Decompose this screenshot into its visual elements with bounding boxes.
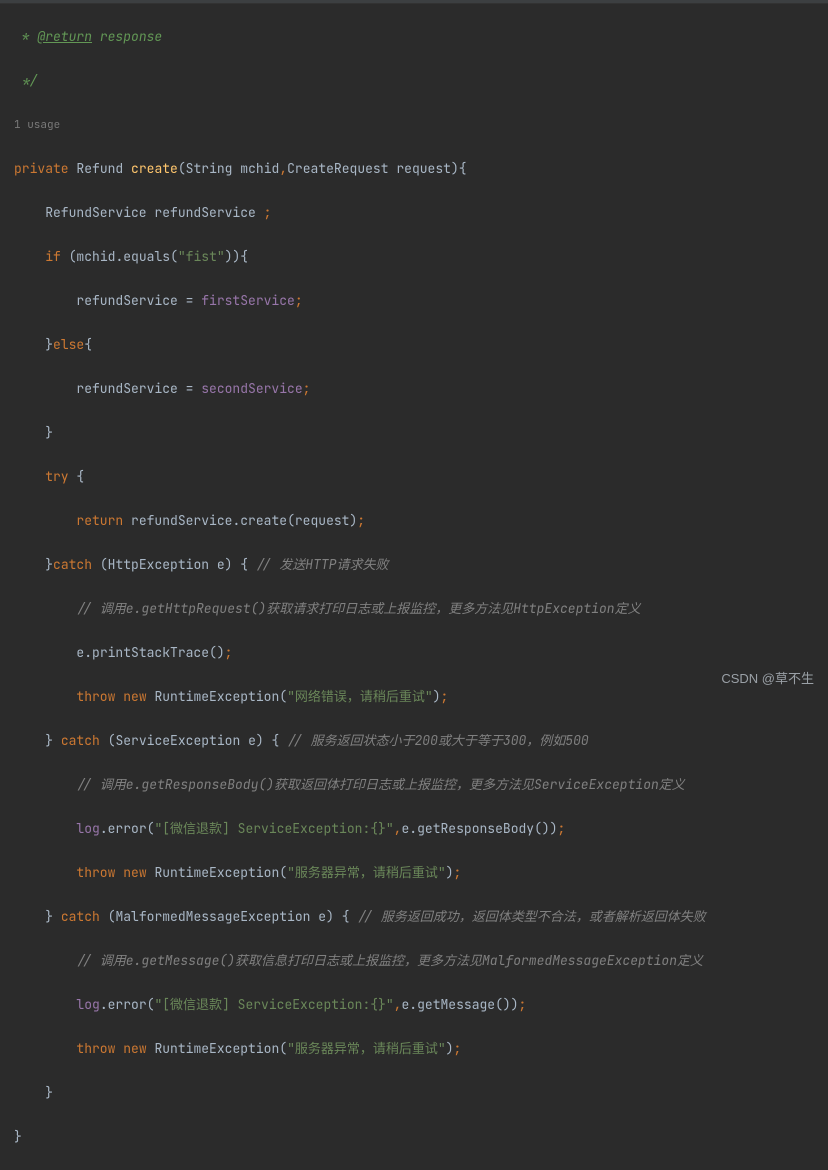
code-editor[interactable]: * @return response */: [0, 4, 828, 114]
usages-hint[interactable]: 1 usage: [0, 114, 828, 136]
doc-line: * @return response: [14, 26, 814, 48]
watermark: CSDN @草不生: [721, 668, 814, 690]
doc-close: */: [14, 70, 814, 92]
code-body[interactable]: private Refund create(String mchid,Creat…: [0, 136, 828, 1170]
